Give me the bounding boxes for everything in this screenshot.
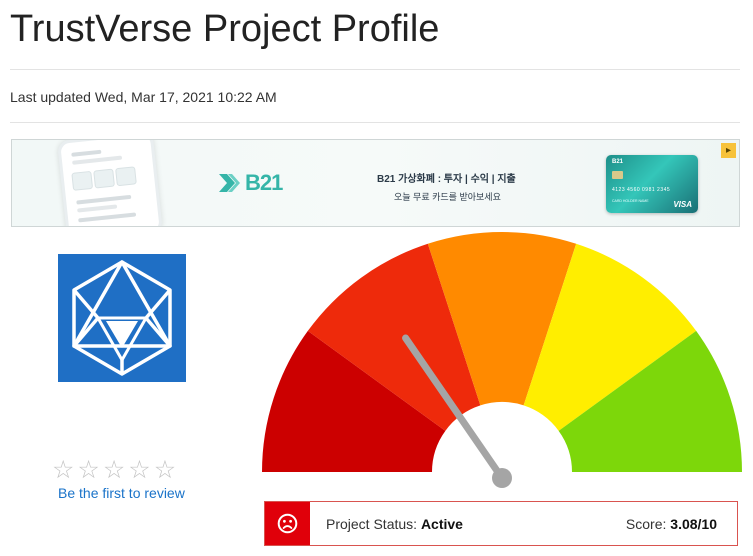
score-value: 3.08/10	[670, 516, 717, 532]
phone-mockup-image	[56, 140, 164, 226]
card-holder: CARD HOLDER NAME	[612, 199, 649, 203]
divider	[10, 122, 740, 123]
project-logo	[58, 254, 186, 382]
last-updated: Last updated Wed, Mar 17, 2021 10:22 AM	[10, 89, 277, 105]
star-icon[interactable]: ☆	[103, 457, 125, 483]
advertisement-banner[interactable]: B21 B21 가상화폐 : 투자 | 수익 | 지출 오늘 무료 카드를 받아…	[11, 139, 740, 227]
icosahedron-logo-icon	[72, 260, 172, 376]
gauge-needle-hub	[492, 468, 512, 488]
card-brand: B21	[612, 159, 624, 165]
card-chip-icon	[612, 171, 623, 179]
score-gauge	[262, 232, 742, 488]
sad-face-icon	[277, 513, 298, 534]
star-icon[interactable]: ☆	[154, 457, 176, 483]
project-score: Score: 3.08/10	[626, 516, 717, 532]
card-network: VISA	[673, 200, 692, 209]
status-label: Project Status:	[326, 516, 418, 532]
ad-choices-icon[interactable]: ▸	[721, 143, 736, 158]
star-rating[interactable]: ☆ ☆ ☆ ☆ ☆	[52, 457, 176, 483]
b21-logo: B21	[217, 170, 283, 196]
b21-mark-icon	[219, 174, 240, 192]
card-number: 4123 4560 0981 2345	[612, 187, 671, 193]
star-icon[interactable]: ☆	[128, 457, 150, 483]
ad-subline: 오늘 무료 카드를 받아보세요	[394, 192, 501, 202]
b21-logo-text: B21	[245, 170, 283, 195]
status-value: Active	[420, 516, 463, 532]
project-status: Project Status: Active	[326, 516, 463, 532]
score-label: Score:	[625, 516, 667, 532]
star-icon[interactable]: ☆	[77, 457, 99, 483]
divider	[10, 69, 740, 70]
project-status-bar: Project Status: Active Score: 3.08/10	[264, 501, 738, 546]
ad-headline: B21 가상화폐 : 투자 | 수익 | 지출	[377, 174, 516, 185]
status-icon-box	[265, 502, 310, 545]
first-review-link[interactable]: Be the first to review	[58, 485, 185, 501]
credit-card-image: B21 4123 4560 0981 2345 CARD HOLDER NAME…	[606, 155, 698, 213]
page-title: TrustVerse Project Profile	[10, 8, 440, 50]
star-icon[interactable]: ☆	[52, 457, 74, 483]
